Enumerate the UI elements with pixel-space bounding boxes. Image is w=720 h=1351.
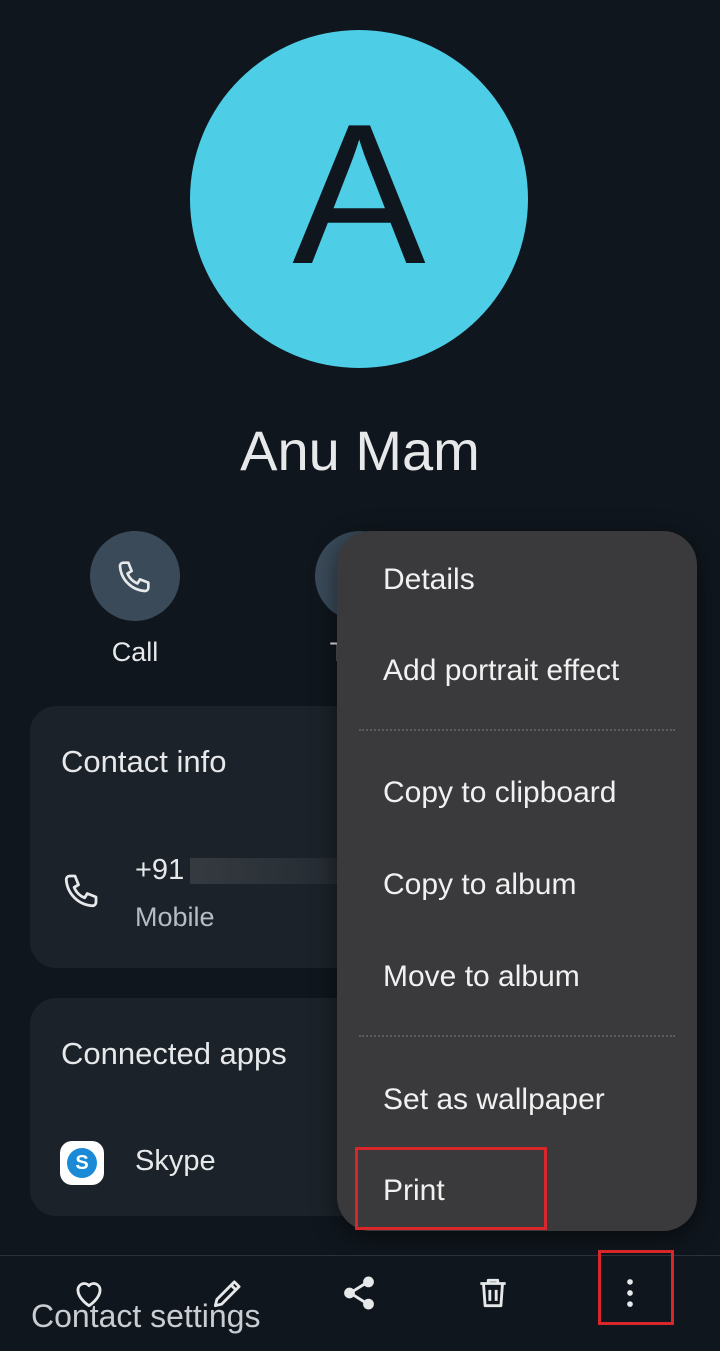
menu-divider bbox=[359, 729, 675, 731]
menu-item-move-to-album[interactable]: Move to album bbox=[383, 960, 580, 994]
phone-number[interactable]: +91 bbox=[135, 854, 184, 887]
menu-item-copy-to-clipboard[interactable]: Copy to clipboard bbox=[383, 776, 616, 810]
menu-item-set-as-wallpaper[interactable]: Set as wallpaper bbox=[383, 1083, 605, 1117]
skype-label[interactable]: Skype bbox=[135, 1145, 216, 1178]
contact-settings-label[interactable]: Contact settings bbox=[31, 1298, 260, 1335]
avatar: A bbox=[190, 30, 528, 368]
menu-item-copy-to-album[interactable]: Copy to album bbox=[383, 868, 576, 902]
overflow-menu: Details Add portrait effect Copy to clip… bbox=[337, 531, 697, 1231]
phone-icon bbox=[64, 874, 98, 908]
print-highlight-box bbox=[355, 1147, 547, 1230]
skype-icon: S bbox=[60, 1141, 104, 1185]
more-highlight-box bbox=[598, 1250, 674, 1325]
phone-icon bbox=[118, 561, 150, 593]
contact-name: Anu Mam bbox=[240, 419, 480, 482]
contact-info-card: Contact info +91 Mobile bbox=[30, 706, 370, 968]
share-icon[interactable] bbox=[336, 1270, 382, 1316]
phone-type: Mobile bbox=[135, 902, 215, 932]
menu-item-add-portrait-effect[interactable]: Add portrait effect bbox=[383, 654, 619, 688]
connected-apps-title: Connected apps bbox=[61, 1036, 287, 1071]
menu-item-details[interactable]: Details bbox=[383, 563, 475, 597]
call-button[interactable] bbox=[90, 531, 180, 621]
menu-divider bbox=[359, 1035, 675, 1037]
phone-number-redaction bbox=[190, 858, 340, 884]
avatar-letter: A bbox=[292, 83, 426, 306]
trash-icon[interactable] bbox=[470, 1270, 516, 1316]
contact-info-title: Contact info bbox=[61, 744, 227, 779]
connected-apps-card: Connected apps S Skype bbox=[30, 998, 370, 1216]
call-label: Call bbox=[111, 637, 159, 667]
